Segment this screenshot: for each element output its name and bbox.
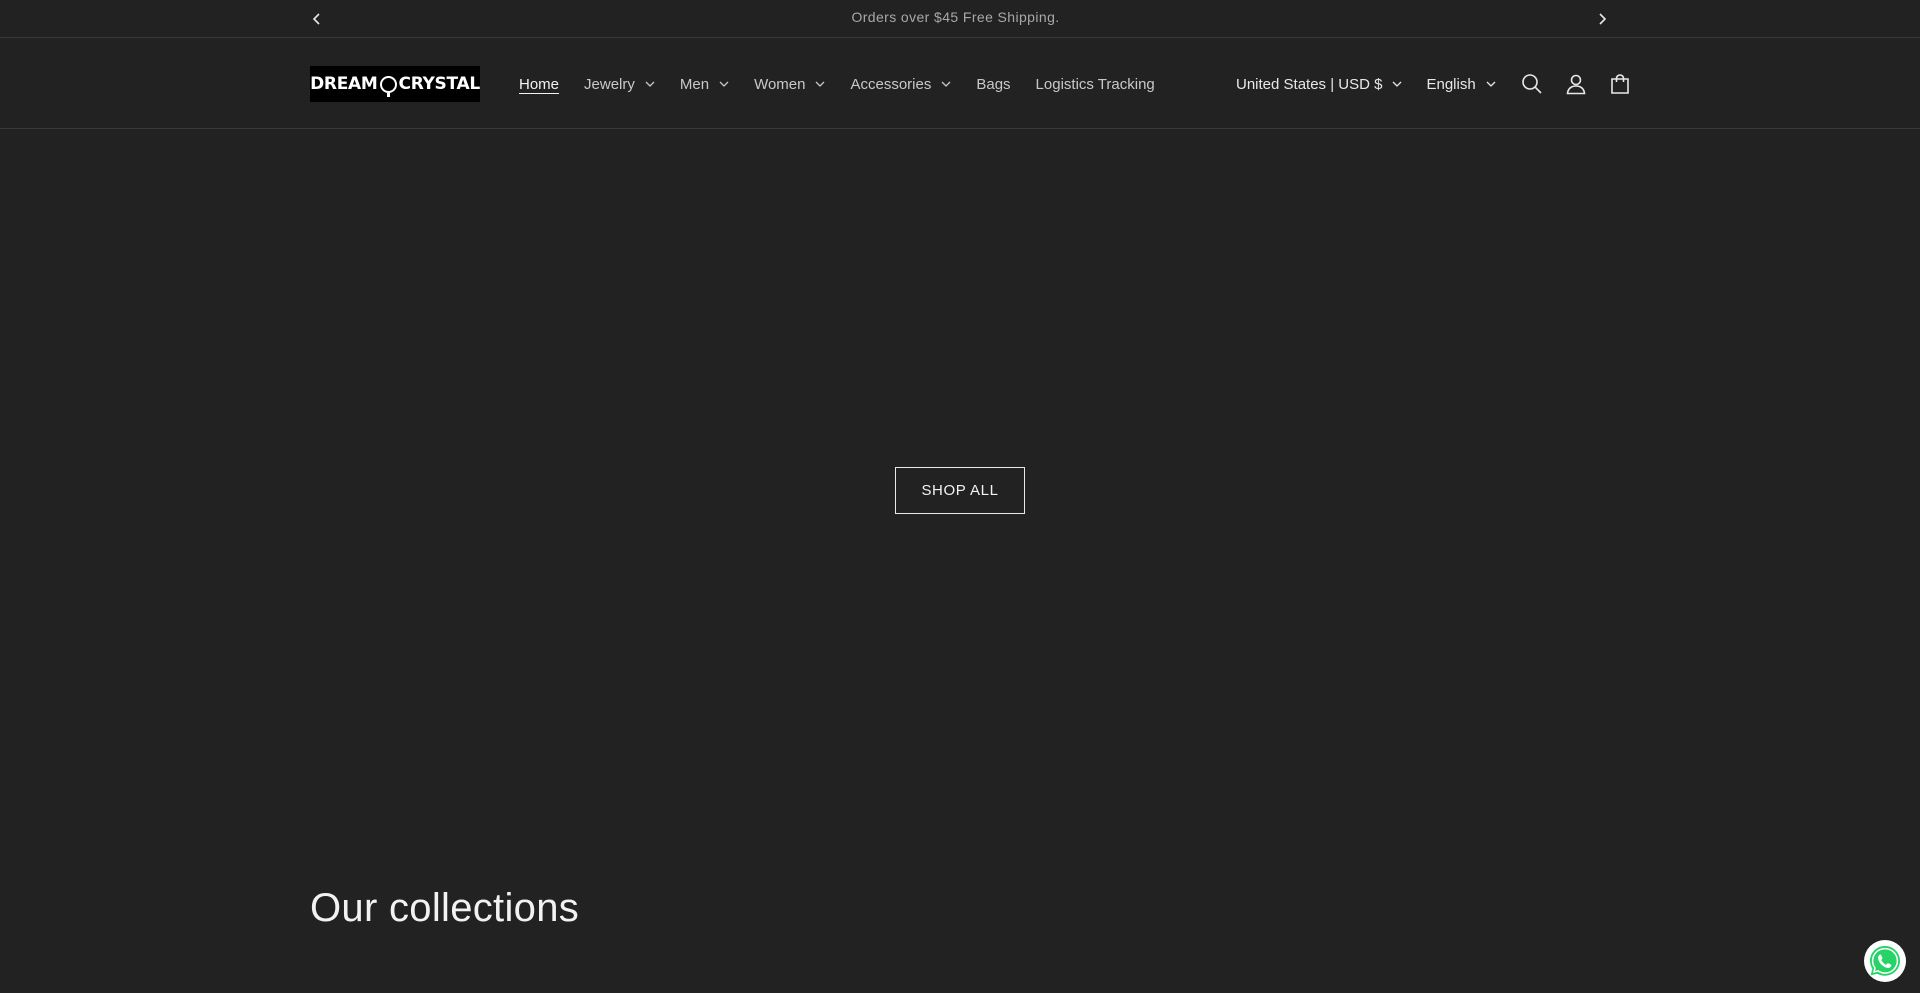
nav-item-label: Women <box>754 75 806 93</box>
search-icon <box>1521 74 1542 94</box>
chevron-down-icon <box>1392 81 1402 87</box>
announcement-next-button[interactable] <box>1592 9 1612 29</box>
nav-item-bags[interactable]: Bags <box>976 76 1010 93</box>
collections-heading: Our collections <box>310 886 580 930</box>
main-nav: Home Jewelry Men Women Accessories Bags … <box>519 39 1180 129</box>
nav-item-label: Bags <box>976 75 1011 93</box>
announcement-message: Orders over $45 Free Shipping. <box>851 9 1060 25</box>
chevron-down-icon <box>1486 81 1496 87</box>
nav-item-label: Men <box>679 75 710 93</box>
whatsapp-chat-button[interactable] <box>1864 940 1906 982</box>
nav-item-women[interactable]: Women <box>754 76 825 93</box>
cart-button[interactable] <box>1598 62 1642 106</box>
nav-item-jewelry[interactable]: Jewelry <box>584 76 655 93</box>
announcement-bar: Orders over $45 Free Shipping. <box>0 0 1920 38</box>
nav-item-logistics-tracking[interactable]: Logistics Tracking <box>1036 76 1155 93</box>
site-logo[interactable]: DREAM CRYSTAL <box>310 66 480 102</box>
nav-item-accessories[interactable]: Accessories <box>850 76 951 93</box>
language-selector-value: English <box>1426 75 1476 93</box>
nav-item-label: Logistics Tracking <box>1035 75 1155 93</box>
country-currency-selector[interactable]: United States | USD $ <box>1236 76 1402 93</box>
crystal-icon <box>379 75 397 97</box>
nav-item-label: Jewelry <box>584 75 635 93</box>
nav-item-label: Accessories <box>850 75 932 93</box>
nav-item-label: Home <box>519 75 560 93</box>
chevron-down-icon <box>719 81 729 87</box>
account-icon <box>1566 74 1586 95</box>
hero-banner: SHOP ALL <box>0 130 1920 848</box>
search-button[interactable] <box>1510 62 1554 106</box>
logo-text-crystal: CRYSTAL <box>398 74 481 94</box>
cart-icon <box>1610 74 1629 94</box>
chevron-right-icon <box>1599 13 1607 25</box>
chevron-down-icon <box>941 81 951 87</box>
chevron-down-icon <box>645 81 655 87</box>
nav-item-men[interactable]: Men <box>680 76 729 93</box>
country-selector-value: United States | USD $ <box>1236 75 1383 93</box>
site-header: DREAM CRYSTAL Home Jewelry Men Women Acc… <box>0 39 1920 129</box>
logo-text-dream: DREAM <box>310 74 378 94</box>
whatsapp-icon <box>1865 941 1905 981</box>
header-tools: United States | USD $ English <box>1236 39 1642 129</box>
account-button[interactable] <box>1554 62 1598 106</box>
nav-item-home[interactable]: Home <box>519 76 559 93</box>
chevron-down-icon <box>815 81 825 87</box>
shop-all-button[interactable]: SHOP ALL <box>895 467 1025 514</box>
language-selector[interactable]: English <box>1426 75 1496 93</box>
